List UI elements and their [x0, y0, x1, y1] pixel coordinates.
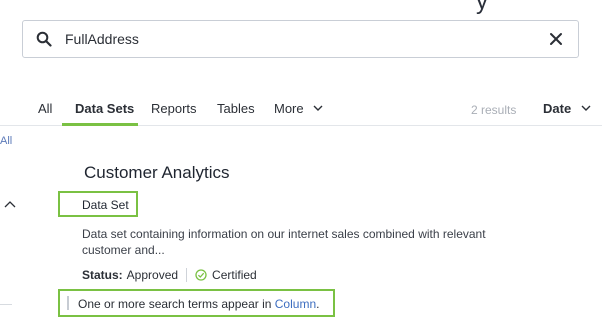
- tab-more-label: More: [274, 101, 304, 116]
- tab-more[interactable]: More: [274, 101, 323, 116]
- close-icon[interactable]: [548, 31, 564, 47]
- match-info: One or more search terms appear in Colum…: [78, 297, 319, 311]
- result-description: Data set containing information on our i…: [82, 227, 486, 257]
- tab-reports[interactable]: Reports: [151, 101, 197, 116]
- rail-all-link[interactable]: All: [0, 135, 12, 147]
- results-count: 2 results: [471, 103, 517, 117]
- search-icon: [36, 31, 52, 47]
- match-indicator-bar: [67, 296, 69, 310]
- column-link[interactable]: Column: [275, 297, 316, 311]
- status-key: Status:: [82, 268, 123, 282]
- sort-dropdown[interactable]: Date: [543, 101, 591, 116]
- rail-divider: [0, 304, 12, 305]
- chevron-down-icon: [313, 105, 323, 111]
- sort-label: Date: [543, 101, 572, 116]
- certified-label: Certified: [212, 268, 257, 282]
- match-suffix: .: [316, 297, 320, 311]
- tab-tables[interactable]: Tables: [217, 101, 255, 116]
- active-tab-indicator: [62, 123, 138, 126]
- result-title[interactable]: Customer Analytics: [84, 163, 230, 183]
- page-title-fragment: y: [476, 0, 489, 15]
- search-box[interactable]: FullAddress: [22, 20, 579, 58]
- status-row: Status: Approved Certified: [82, 268, 257, 282]
- tab-data-sets[interactable]: Data Sets: [75, 101, 134, 116]
- check-circle-icon: [195, 269, 207, 281]
- chevron-down-icon: [581, 105, 591, 111]
- chevron-up-icon[interactable]: [4, 200, 16, 208]
- tab-all[interactable]: All: [38, 101, 52, 116]
- search-input[interactable]: FullAddress: [65, 31, 139, 47]
- result-type: Data Set: [82, 198, 129, 212]
- status-divider: [186, 268, 188, 282]
- result-tabs: All Data Sets Reports Tables More 2 resu…: [0, 92, 602, 126]
- match-prefix: One or more search terms appear in: [78, 297, 275, 311]
- status-value: Approved: [126, 268, 179, 282]
